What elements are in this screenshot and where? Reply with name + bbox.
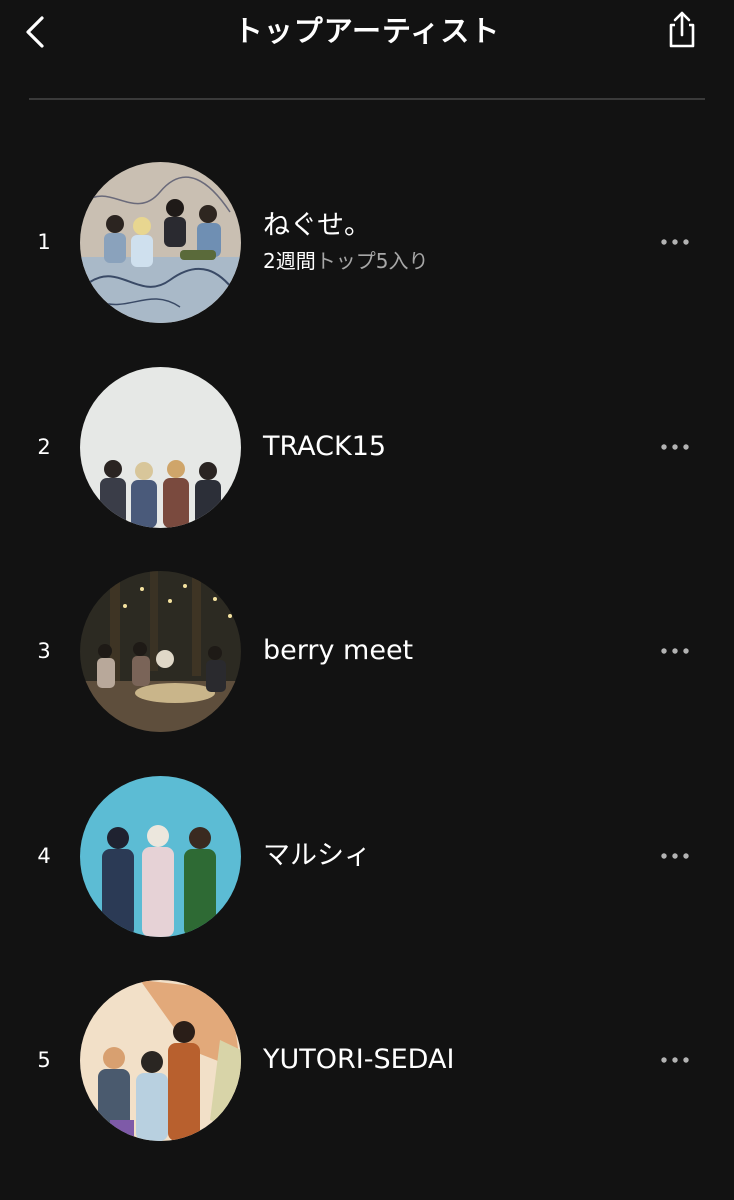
artist-info: ねぐせ。 2週間トップ5入り — [263, 140, 428, 344]
rank-number: 5 — [37, 1048, 51, 1072]
artist-name: berry meet — [263, 635, 414, 666]
artist-avatar[interactable] — [80, 162, 241, 323]
more-horizontal-icon — [661, 1057, 689, 1063]
more-horizontal-icon — [661, 239, 689, 245]
more-horizontal-icon — [661, 443, 689, 450]
more-options-button[interactable] — [650, 631, 700, 671]
artist-row[interactable]: 3 berry meet — [0, 549, 734, 754]
artist-name: マルシィ — [263, 839, 371, 871]
share-icon — [669, 11, 695, 48]
artist-avatar[interactable] — [80, 980, 241, 1141]
more-horizontal-icon — [661, 648, 689, 654]
back-button[interactable] — [18, 12, 54, 52]
artist-meta: 2週間トップ5入り — [263, 247, 428, 275]
top5-label: トップ5入り — [315, 249, 429, 273]
weeks-count: 2週間 — [263, 249, 316, 273]
artist-info: TRACK15 — [263, 345, 386, 549]
more-options-button[interactable] — [650, 427, 700, 467]
rank-number: 1 — [37, 230, 51, 254]
artist-list: 1 ねぐせ。 2週間トップ5入り 2 TRACK15 3 berry meet … — [0, 140, 734, 1163]
more-horizontal-icon — [661, 852, 689, 859]
artist-name: ねぐせ。 — [263, 210, 371, 241]
artist-info: マルシィ — [263, 754, 371, 958]
artist-avatar[interactable] — [80, 366, 241, 528]
artist-info: berry meet — [263, 549, 413, 753]
artist-row[interactable]: 2 TRACK15 — [0, 345, 734, 550]
artist-avatar[interactable] — [80, 775, 241, 937]
more-options-button[interactable] — [650, 222, 700, 262]
rank-number: 4 — [37, 843, 51, 868]
artist-row[interactable]: 1 ねぐせ。 2週間トップ5入り — [0, 140, 734, 345]
header-divider — [29, 98, 705, 100]
artist-info: YUTORI-SEDAI — [263, 958, 454, 1162]
chevron-left-icon — [26, 16, 44, 48]
more-options-button[interactable] — [650, 1040, 700, 1080]
artist-row[interactable]: 4 マルシィ — [0, 754, 734, 959]
rank-number: 3 — [37, 639, 51, 663]
top-bar: トップアーティスト — [0, 0, 734, 80]
share-button[interactable] — [660, 8, 704, 52]
artist-row[interactable]: 5 YUTORI-SEDAI — [0, 958, 734, 1163]
page-title: トップアーティスト — [233, 14, 501, 48]
more-options-button[interactable] — [650, 836, 700, 876]
artist-name: YUTORI-SEDAI — [263, 1044, 455, 1075]
rank-number: 2 — [37, 434, 51, 459]
artist-name: TRACK15 — [263, 430, 387, 462]
artist-avatar[interactable] — [80, 571, 241, 732]
